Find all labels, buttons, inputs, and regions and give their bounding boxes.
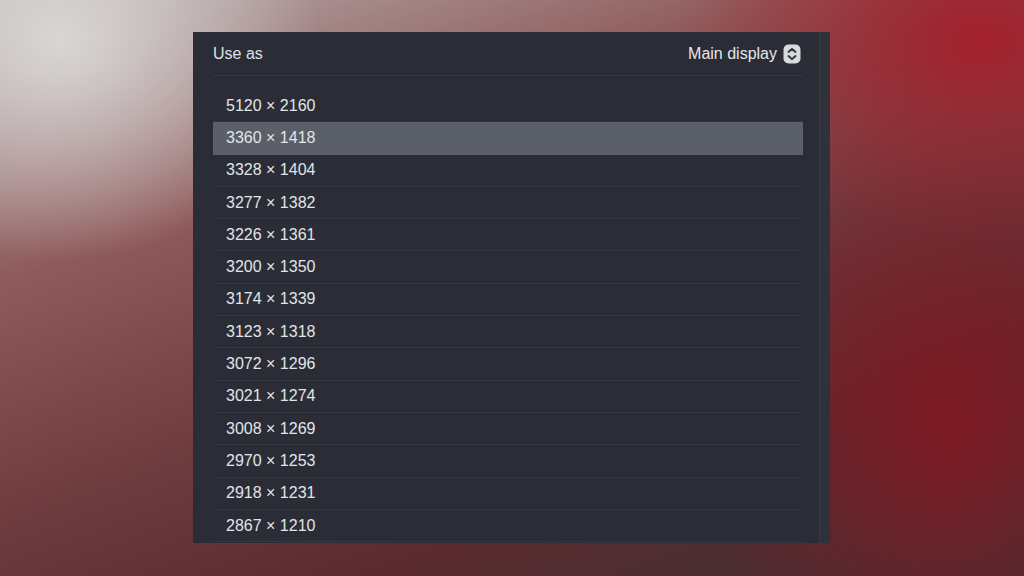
resolution-panel: Use as Main display 5120 × 21603360 × 1418… bbox=[193, 32, 830, 543]
scrollbar-track[interactable] bbox=[819, 32, 830, 543]
resolution-row[interactable]: 3072 × 1296 bbox=[213, 348, 803, 380]
up-down-chevron-icon bbox=[783, 44, 801, 64]
resolution-row[interactable]: 2867 × 1210 bbox=[213, 510, 803, 542]
scroll-area bbox=[803, 32, 830, 543]
use-as-popup[interactable]: Main display bbox=[688, 44, 801, 64]
resolution-row[interactable]: 3328 × 1404 bbox=[213, 155, 803, 187]
desktop-background: Use as Main display 5120 × 21603360 × 1418… bbox=[0, 0, 1024, 576]
use-as-label: Use as bbox=[213, 45, 263, 63]
resolution-row[interactable]: 3021 × 1274 bbox=[213, 381, 803, 413]
resolution-row[interactable]: 3200 × 1350 bbox=[213, 251, 803, 283]
resolution-row[interactable]: 2918 × 1231 bbox=[213, 478, 803, 510]
resolution-row[interactable]: 3174 × 1339 bbox=[213, 284, 803, 316]
resolution-list: 5120 × 21603360 × 14183328 × 14043277 × … bbox=[213, 76, 803, 542]
resolution-row[interactable]: 2970 × 1253 bbox=[213, 445, 803, 477]
resolution-row[interactable]: 3226 × 1361 bbox=[213, 219, 803, 251]
panel-content: Use as Main display 5120 × 21603360 × 1418… bbox=[193, 32, 803, 543]
resolution-row[interactable]: 5120 × 2160 bbox=[213, 90, 803, 122]
resolution-row[interactable]: 3360 × 1418 bbox=[213, 122, 803, 154]
resolution-row[interactable]: 3123 × 1318 bbox=[213, 316, 803, 348]
use-as-value: Main display bbox=[688, 45, 777, 63]
resolution-row[interactable]: 3277 × 1382 bbox=[213, 187, 803, 219]
use-as-header: Use as Main display bbox=[213, 32, 803, 76]
resolution-row[interactable]: 3008 × 1269 bbox=[213, 413, 803, 445]
